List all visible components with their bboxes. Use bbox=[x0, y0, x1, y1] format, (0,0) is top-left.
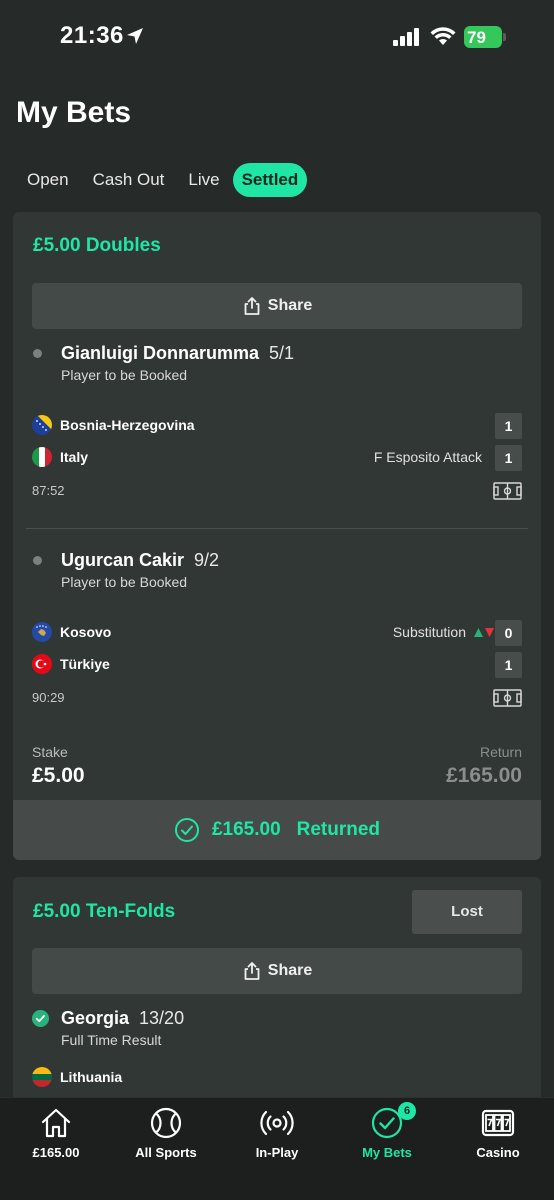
italy-flag-icon bbox=[32, 447, 52, 467]
bet-type-title: £5.00 Doubles bbox=[33, 235, 161, 256]
nav-account-balance[interactable]: £165.00 bbox=[1, 1106, 111, 1166]
stake-label: Stake bbox=[32, 744, 68, 760]
live-event-text: Substitution bbox=[392, 624, 466, 640]
slot-machine-icon bbox=[481, 1109, 515, 1137]
turkiye-flag-icon bbox=[32, 654, 52, 674]
location-arrow-icon bbox=[127, 28, 143, 44]
bet-type-title: £5.00 Ten-Folds bbox=[33, 901, 176, 922]
share-icon bbox=[244, 297, 260, 315]
nav-in-play[interactable]: In-Play bbox=[222, 1106, 332, 1166]
selection-odds: 13/20 bbox=[139, 1008, 185, 1028]
returned-label: Returned bbox=[296, 819, 381, 840]
selection-name: Georgia 13/20 bbox=[61, 1008, 184, 1029]
won-check-icon bbox=[32, 1010, 49, 1027]
team-row: Lithuania bbox=[32, 1065, 522, 1091]
team-name: Lithuania bbox=[60, 1069, 123, 1085]
nav-label: In-Play bbox=[255, 1145, 299, 1160]
return-label: Return bbox=[479, 744, 522, 760]
selection-status-dot bbox=[33, 556, 42, 565]
selection-divider bbox=[26, 528, 528, 529]
battery-level: 79 bbox=[467, 28, 486, 47]
battery-indicator: 79 bbox=[464, 26, 506, 48]
status-time: 21:36 bbox=[60, 22, 124, 49]
nav-my-bets[interactable]: 6 My Bets bbox=[332, 1102, 442, 1166]
returned-status-bar: £165.00 Returned bbox=[13, 800, 541, 860]
selection-market: Player to be Booked bbox=[61, 574, 188, 590]
check-circle-icon bbox=[174, 818, 199, 842]
tab-live[interactable]: Live bbox=[177, 163, 230, 197]
bosnia-flag-icon bbox=[32, 415, 52, 435]
selection-player: Ugurcan Cakir bbox=[61, 550, 185, 570]
selection-name: Ugurcan Cakir 9/2 bbox=[61, 550, 219, 571]
nav-label: All Sports bbox=[135, 1145, 197, 1160]
return-value: £165.00 bbox=[446, 764, 522, 787]
bet-card-ten-folds[interactable]: £5.00 Ten-Folds Lost Share Georgia 13/20 … bbox=[13, 877, 541, 1107]
tab-open[interactable]: Open bbox=[16, 163, 80, 197]
team-row: Kosovo Substitution 0 bbox=[32, 620, 522, 646]
team-row: Italy F Esposito Attack 1 bbox=[32, 445, 522, 471]
nav-label: £165.00 bbox=[32, 1145, 80, 1160]
stake-value: £5.00 bbox=[32, 764, 85, 787]
team-score: 1 bbox=[495, 413, 522, 439]
selection-odds: 9/2 bbox=[194, 550, 220, 570]
selection-odds: 5/1 bbox=[269, 343, 295, 363]
nav-all-sports[interactable]: All Sports bbox=[111, 1106, 221, 1166]
bets-count-badge: 6 bbox=[398, 1102, 416, 1120]
share-button[interactable]: Share bbox=[32, 283, 522, 329]
share-button[interactable]: Share bbox=[32, 948, 522, 994]
selection-player: Gianluigi Donnarumma bbox=[61, 343, 260, 363]
tab-settled[interactable]: Settled bbox=[232, 163, 308, 197]
substitution-in-icon bbox=[474, 628, 483, 637]
pitch-icon[interactable] bbox=[493, 689, 522, 707]
share-label: Share bbox=[267, 297, 313, 314]
selection-status-dot bbox=[33, 349, 42, 358]
broadcast-icon bbox=[260, 1110, 294, 1136]
bet-status-lost: Lost bbox=[412, 890, 522, 934]
selection-team: Georgia bbox=[61, 1008, 130, 1028]
team-name: Kosovo bbox=[60, 624, 112, 640]
bottom-navigation: £165.00 All Sports In-Play 6 My Bets Cas… bbox=[0, 1097, 554, 1200]
team-score: 0 bbox=[495, 620, 522, 646]
nav-casino[interactable]: Casino bbox=[443, 1106, 553, 1166]
team-score: 1 bbox=[495, 652, 522, 678]
nav-label: Casino bbox=[476, 1145, 520, 1160]
share-label: Share bbox=[267, 962, 313, 979]
nav-label: My Bets bbox=[362, 1145, 412, 1160]
tab-cash-out[interactable]: Cash Out bbox=[82, 163, 176, 197]
team-name: Türkiye bbox=[60, 656, 110, 672]
bet-filter-tabs: Open Cash Out Live Settled bbox=[16, 163, 308, 197]
returned-amount: £165.00 bbox=[211, 819, 281, 840]
status-bar: 21:36 79 bbox=[0, 0, 554, 76]
team-row: Türkiye 1 bbox=[32, 652, 522, 678]
selection-name: Gianluigi Donnarumma 5/1 bbox=[61, 343, 294, 364]
pitch-icon[interactable] bbox=[493, 482, 522, 500]
wifi-icon bbox=[430, 27, 456, 45]
share-icon bbox=[244, 962, 260, 980]
ball-icon bbox=[150, 1107, 182, 1139]
team-row: Bosnia-Herzegovina 1 bbox=[32, 413, 522, 439]
team-name: Bosnia-Herzegovina bbox=[60, 417, 195, 433]
live-event-text: F Esposito Attack bbox=[373, 449, 482, 465]
kosovo-flag-icon bbox=[32, 622, 52, 642]
team-name: Italy bbox=[60, 449, 89, 465]
bet-card-doubles[interactable]: £5.00 Doubles Share Gianluigi Donnarumma… bbox=[13, 212, 541, 860]
team-score: 1 bbox=[495, 445, 522, 471]
cellular-signal-icon bbox=[393, 28, 419, 46]
home-icon bbox=[41, 1108, 71, 1138]
page-title: My Bets bbox=[16, 96, 132, 129]
match-time: 87:52 bbox=[32, 483, 65, 498]
selection-market: Full Time Result bbox=[61, 1032, 162, 1048]
match-time: 90:29 bbox=[32, 690, 65, 705]
selection-market: Player to be Booked bbox=[61, 367, 188, 383]
substitution-out-icon bbox=[485, 628, 494, 637]
lithuania-flag-icon bbox=[32, 1067, 52, 1087]
